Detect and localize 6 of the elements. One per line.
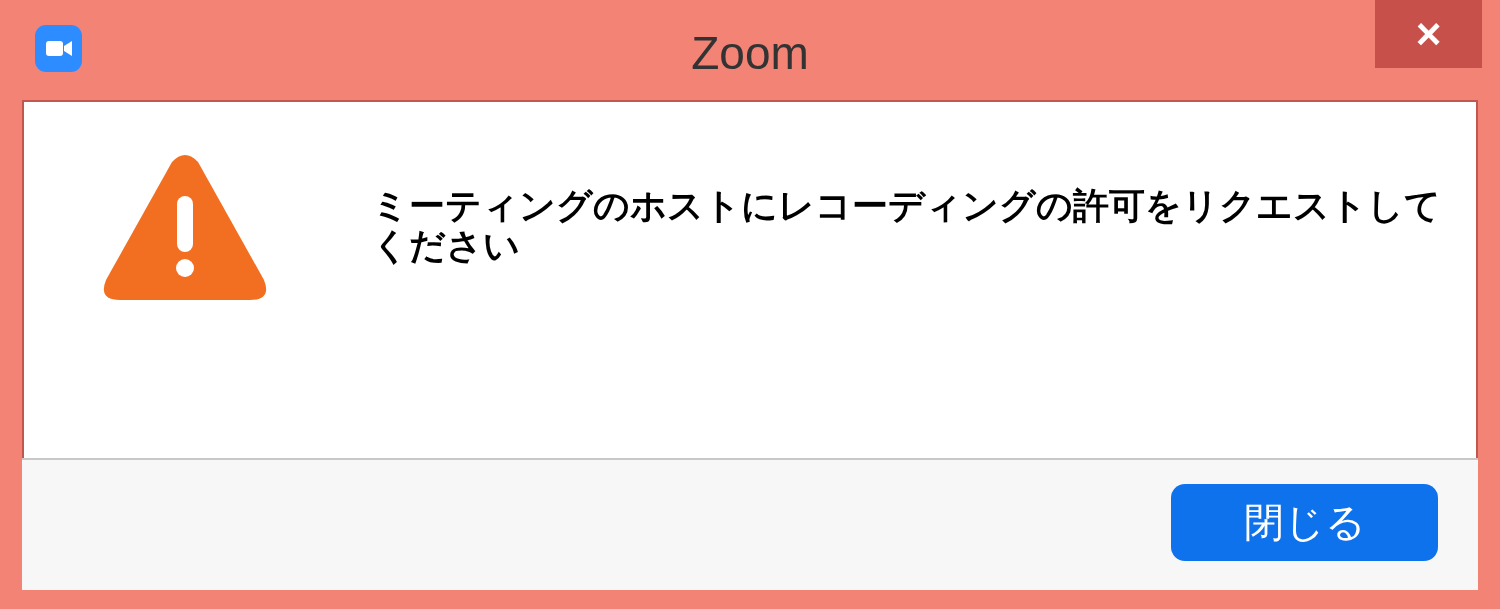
message-text: ミーティングのホストにレコーディングの許可をリクエストしてください: [372, 186, 1442, 266]
warning-icon: [102, 154, 268, 300]
video-camera-icon: [35, 25, 82, 72]
close-button[interactable]: ×: [1375, 0, 1482, 68]
window-title: Zoom: [691, 27, 809, 79]
close-button[interactable]: 閉じる: [1171, 484, 1438, 561]
